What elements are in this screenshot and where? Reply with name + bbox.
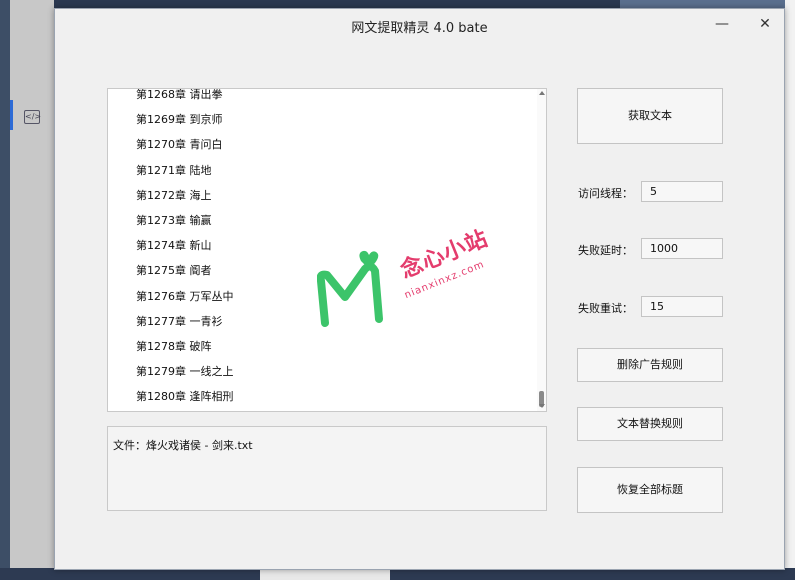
delay-input[interactable]: 1000 — [641, 238, 723, 259]
get-text-button[interactable]: 获取文本 — [577, 88, 723, 144]
chapter-item[interactable]: 第1268章 请出拳 — [136, 89, 234, 113]
retry-label: 失败重试： — [578, 302, 633, 315]
chapter-item[interactable]: 第1273章 输赢 — [136, 214, 234, 239]
background-side-panel: </> — [10, 0, 54, 572]
chapter-item[interactable]: 第1269章 到京师 — [136, 113, 234, 138]
remove-ad-rules-button[interactable]: 删除广告规则 — [577, 348, 723, 382]
chapter-items: 第1268章 请出拳 第1269章 到京师 第1270章 青问白 第1271章 陆地第… — [136, 89, 234, 411]
heart-logo-icon — [317, 250, 383, 327]
chapter-item[interactable]: 第1275章 阍者 — [136, 264, 234, 289]
delay-label: 失败延时： — [578, 244, 633, 257]
chapter-item[interactable]: 第1271章 陆地 — [136, 164, 234, 189]
window-title: 网文提取精灵 4.0 bate — [351, 21, 488, 36]
log-file-line: 文件：烽火戏诸侯 - 剑来.txt — [113, 439, 253, 452]
scroll-up-arrow-icon[interactable] — [539, 91, 545, 95]
chapter-item[interactable]: 第1276章 万军丛中 — [136, 290, 234, 315]
chapter-item[interactable]: 第1270章 青问白 — [136, 138, 234, 163]
side-selection-bar — [10, 100, 13, 130]
log-area[interactable]: 文件：烽火戏诸侯 - 剑来.txt — [107, 426, 547, 511]
retry-input[interactable]: 15 — [641, 296, 723, 317]
watermark: 念心小站 nianxinxz.com — [317, 226, 497, 351]
code-icon[interactable]: </> — [24, 110, 41, 124]
threads-input[interactable]: 5 — [641, 181, 723, 202]
minimize-button[interactable]: — — [711, 13, 733, 35]
chapter-item[interactable]: 第1278章 破阵 — [136, 340, 234, 365]
desktop-background-right — [785, 0, 795, 580]
text-replace-rules-button[interactable]: 文本替换规则 — [577, 407, 723, 441]
scrollbar[interactable] — [537, 89, 546, 411]
chapter-item[interactable]: 第1280章 逢阵相刑 — [136, 390, 234, 411]
close-button[interactable]: ✕ — [754, 13, 776, 35]
chapter-item[interactable]: 第1274章 新山 — [136, 239, 234, 264]
threads-label: 访问线程： — [578, 187, 633, 200]
app-window: 网文提取精灵 4.0 bate — ✕ 第1268章 请出拳 第1269章 到京师… — [54, 8, 785, 570]
chapter-item[interactable]: 第1279章 一线之上 — [136, 365, 234, 390]
restore-titles-button[interactable]: 恢复全部标题 — [577, 467, 723, 513]
title-bar[interactable]: 网文提取精灵 4.0 bate — ✕ — [55, 9, 784, 39]
scroll-down-arrow-icon[interactable] — [539, 404, 545, 408]
chapter-item[interactable]: 第1277章 一青衫 — [136, 315, 234, 340]
chapter-item[interactable]: 第1272章 海上 — [136, 189, 234, 214]
